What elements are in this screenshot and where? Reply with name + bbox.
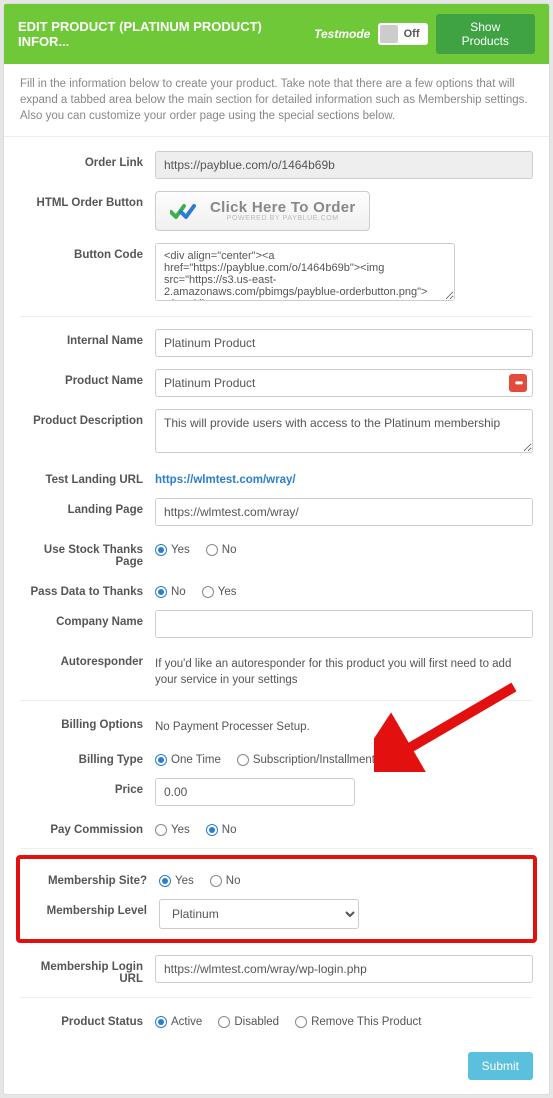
membership-login-url-input[interactable] [155,955,533,983]
company-name-input[interactable] [155,610,533,638]
label-test-landing-url: Test Landing URL [20,468,155,486]
stock-thanks-yes[interactable]: Yes [155,544,190,556]
button-code-textarea[interactable]: <div align="center"><a href="https://pay… [155,243,455,301]
divider [20,316,533,317]
status-remove[interactable]: Remove This Product [295,1016,421,1028]
label-pass-data-thanks: Pass Data to Thanks [20,580,155,598]
label-billing-options: Billing Options [20,713,155,731]
product-name-input[interactable] [155,369,533,397]
label-membership-login-url: Membership Login URL [20,955,155,985]
label-use-stock-thanks: Use Stock Thanks Page [20,538,155,568]
label-product-status: Product Status [20,1010,155,1028]
testmode-label: Testmode [314,27,370,41]
status-disabled[interactable]: Disabled [218,1016,279,1028]
pay-commission-no[interactable]: No [206,824,237,836]
product-form: Order Link HTML Order Button Click Here … [4,137,549,1045]
label-pay-commission: Pay Commission [20,818,155,836]
label-price: Price [20,778,155,796]
price-input[interactable] [155,778,355,806]
panel-title: EDIT PRODUCT (PLATINUM PRODUCT) INFOR... [18,19,314,49]
label-autoresponder: Autoresponder [20,650,155,668]
membership-highlight-box: Membership Site? Yes No Membership Level… [16,855,537,943]
label-order-link: Order Link [20,151,155,169]
label-membership-level: Membership Level [24,899,159,917]
product-name-badge-icon[interactable]: ••• [509,374,527,392]
membership-site-no[interactable]: No [210,875,241,887]
pass-data-no[interactable]: No [155,586,186,598]
billing-options-text: No Payment Processer Setup. [155,713,533,735]
label-product-description: Product Description [20,409,155,427]
edit-product-panel: EDIT PRODUCT (PLATINUM PRODUCT) INFOR...… [3,3,550,1095]
label-membership-site: Membership Site? [24,869,159,887]
label-company-name: Company Name [20,610,155,628]
billing-type-subscription[interactable]: Subscription/Installments/Trials [237,754,412,766]
testmode-toggle[interactable]: Off [378,23,427,45]
order-button-sub: POWERED BY PAYBLUE.COM [210,215,355,222]
order-link-input[interactable] [155,151,533,179]
pay-commission-yes[interactable]: Yes [155,824,190,836]
test-landing-url-link[interactable]: https://wlmtest.com/wray/ [155,468,296,486]
show-products-button[interactable]: Show Products [436,14,536,54]
divider [20,700,533,701]
landing-page-input[interactable] [155,498,533,526]
membership-level-select[interactable]: Platinum [159,899,359,929]
checkmarks-icon [170,200,200,222]
product-description-textarea[interactable]: This will provide users with access to t… [155,409,533,453]
label-button-code: Button Code [20,243,155,261]
toggle-knob [380,25,397,43]
label-product-name: Product Name [20,369,155,387]
label-landing-page: Landing Page [20,498,155,516]
html-order-button-preview[interactable]: Click Here To Order POWERED BY PAYBLUE.C… [155,191,370,231]
toggle-text: Off [400,28,428,40]
stock-thanks-no[interactable]: No [206,544,237,556]
divider [20,848,533,849]
label-internal-name: Internal Name [20,329,155,347]
pass-data-yes[interactable]: Yes [202,586,237,598]
autoresponder-text: If you'd like an autoresponder for this … [155,650,533,688]
intro-text: Fill in the information below to create … [4,64,549,137]
label-html-order-button: HTML Order Button [20,191,155,209]
billing-type-onetime[interactable]: One Time [155,754,221,766]
membership-site-yes[interactable]: Yes [159,875,194,887]
status-active[interactable]: Active [155,1016,202,1028]
divider [20,997,533,998]
submit-button[interactable]: Submit [468,1052,533,1080]
panel-header: EDIT PRODUCT (PLATINUM PRODUCT) INFOR...… [4,4,549,64]
internal-name-input[interactable] [155,329,533,357]
label-billing-type: Billing Type [20,748,155,766]
order-button-main: Click Here To Order [210,200,355,215]
